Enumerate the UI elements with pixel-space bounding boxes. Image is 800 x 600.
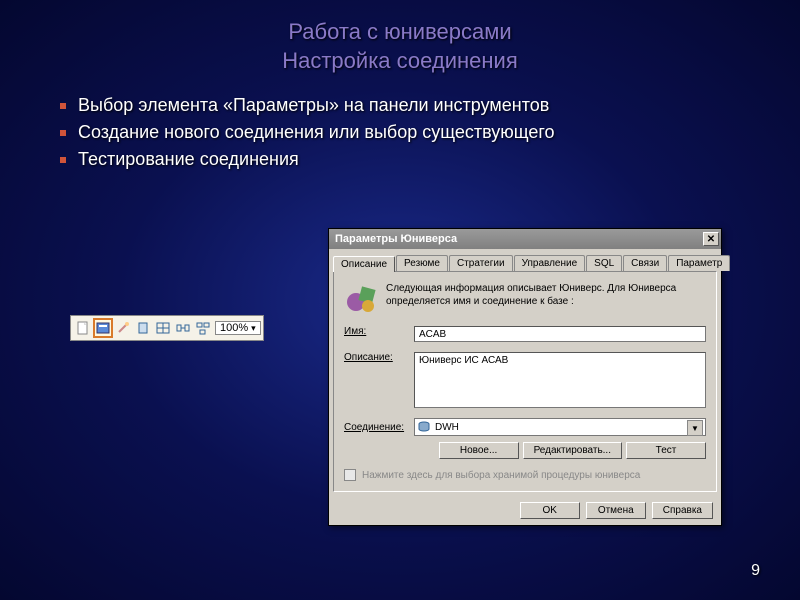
bullet-marker: [60, 130, 66, 136]
join-icon[interactable]: [173, 318, 193, 338]
bullet-marker: [60, 157, 66, 163]
page-number: 9: [751, 562, 760, 580]
name-label: Имя:: [344, 326, 414, 337]
zoom-selector[interactable]: 100%: [215, 321, 261, 335]
bullet-text: Создание нового соединения или выбор сущ…: [78, 122, 555, 143]
toolbar: 100%: [70, 315, 264, 341]
tab-management[interactable]: Управление: [514, 255, 586, 271]
dialog-titlebar: Параметры Юниверса ✕: [329, 229, 721, 249]
tab-description[interactable]: Описание: [333, 256, 395, 272]
description-label: Описание:: [344, 352, 414, 363]
connection-select[interactable]: DWH: [414, 418, 706, 436]
bullet-list: Выбор элемента «Параметры» на панели инс…: [60, 95, 800, 170]
tab-strategies[interactable]: Стратегии: [449, 255, 513, 271]
ok-button[interactable]: OK: [520, 502, 580, 519]
info-text: Следующая информация описывает Юниверс. …: [386, 282, 706, 316]
doc-icon[interactable]: [133, 318, 153, 338]
parameters-dialog: Параметры Юниверса ✕ Описание Резюме Стр…: [328, 228, 722, 526]
bullet-text: Выбор элемента «Параметры» на панели инс…: [78, 95, 549, 116]
database-icon: [417, 421, 431, 433]
dialog-buttons: OK Отмена Справка: [329, 496, 721, 525]
dialog-title: Параметры Юниверса: [335, 233, 457, 245]
stored-procedure-label: Нажмите здесь для выбора хранимой процед…: [362, 470, 640, 481]
bullet-marker: [60, 103, 66, 109]
help-button[interactable]: Справка: [652, 502, 713, 519]
cancel-button[interactable]: Отмена: [586, 502, 646, 519]
slide-title: Работа с юниверсами Настройка соединения: [0, 0, 800, 75]
stored-procedure-checkbox[interactable]: [344, 469, 356, 481]
close-icon[interactable]: ✕: [703, 232, 719, 246]
tab-panel: Следующая информация описывает Юниверс. …: [333, 271, 717, 492]
edit-connection-button[interactable]: Редактировать...: [523, 442, 622, 459]
title-line-2: Настройка соединения: [282, 48, 518, 73]
tab-sql[interactable]: SQL: [586, 255, 622, 271]
new-file-icon[interactable]: [73, 318, 93, 338]
test-connection-button[interactable]: Тест: [626, 442, 706, 459]
tab-links[interactable]: Связи: [623, 255, 667, 271]
bullet-text: Тестирование соединения: [78, 149, 299, 170]
tab-summary[interactable]: Резюме: [396, 255, 448, 271]
description-input[interactable]: Юниверс ИС АСАВ: [414, 352, 706, 408]
new-connection-button[interactable]: Новое...: [439, 442, 519, 459]
tab-parameter[interactable]: Параметр: [668, 255, 730, 271]
title-line-1: Работа с юниверсами: [288, 19, 511, 44]
universe-icon: [344, 282, 378, 316]
table-icon[interactable]: [153, 318, 173, 338]
connection-label: Соединение:: [344, 422, 414, 433]
wand-icon[interactable]: [113, 318, 133, 338]
layout-icon[interactable]: [193, 318, 213, 338]
name-input[interactable]: ACAB: [414, 326, 706, 342]
parameters-icon[interactable]: [93, 318, 113, 338]
tab-strip: Описание Резюме Стратегии Управление SQL…: [329, 249, 721, 271]
